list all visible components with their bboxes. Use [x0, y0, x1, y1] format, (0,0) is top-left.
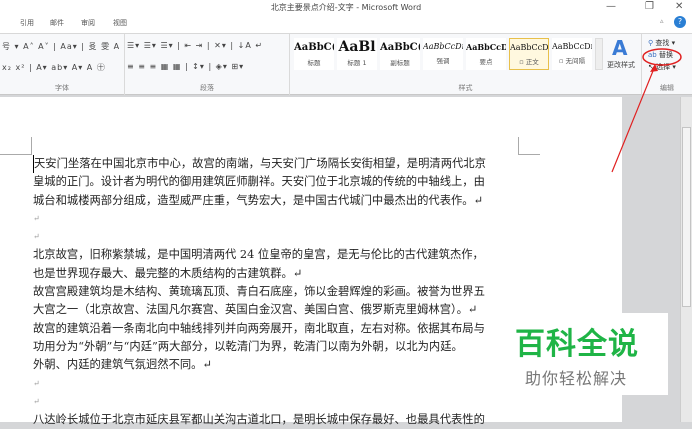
annotation-arrow — [611, 65, 656, 173]
annotation-overlay — [611, 48, 682, 173]
highlight-circle — [642, 48, 682, 66]
